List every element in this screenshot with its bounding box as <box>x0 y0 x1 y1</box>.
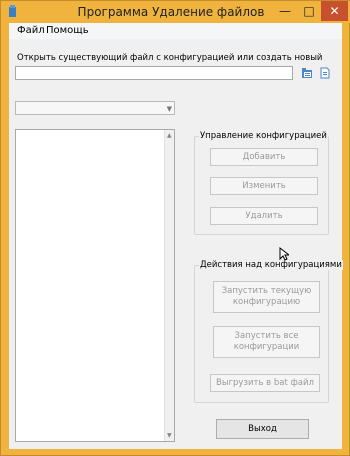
manage-group: Управление конфигурацией Добавить Измени… <box>194 131 329 235</box>
scroll-up-icon[interactable]: ▲ <box>167 132 172 139</box>
mouse-cursor-icon <box>279 247 289 261</box>
config-list[interactable]: ▲ ▼ <box>15 129 175 442</box>
run-all-button[interactable]: Запустить все конфигурации <box>213 326 320 358</box>
client-area: Файл Помощь Открыть существующий файл с … <box>9 23 343 449</box>
new-file-icon[interactable] <box>319 67 331 79</box>
menu-help[interactable]: Помощь <box>46 25 89 36</box>
menu-file[interactable]: Файл <box>17 25 45 36</box>
exit-button[interactable]: Выход <box>216 419 309 439</box>
window-title: Программа Удаление файлов <box>77 5 265 19</box>
edit-button[interactable]: Изменить <box>210 177 318 195</box>
close-button[interactable]: ✕ <box>321 1 348 21</box>
minimize-button[interactable]: — <box>273 1 297 21</box>
app-icon <box>9 5 16 17</box>
delete-button[interactable]: Удалить <box>210 207 318 225</box>
add-button[interactable]: Добавить <box>210 148 318 166</box>
manage-group-title: Управление конфигурацией <box>199 131 328 141</box>
maximize-button[interactable]: □ <box>297 1 321 21</box>
open-folder-icon[interactable] <box>301 67 313 79</box>
actions-group: Действия над конфигурациями Запустить те… <box>194 260 343 403</box>
actions-group-title: Действия над конфигурациями <box>199 260 343 270</box>
list-scrollbar[interactable]: ▲ ▼ <box>164 130 174 441</box>
config-select[interactable]: ▼ <box>15 101 175 115</box>
export-bat-button[interactable]: Выгрузить в bat файл <box>210 374 320 392</box>
app-window: Программа Удаление файлов — □ ✕ Файл Пом… <box>0 0 350 456</box>
menu-bar: Файл Помощь <box>9 23 342 39</box>
title-bar[interactable]: Программа Удаление файлов — □ ✕ <box>1 1 350 23</box>
scroll-down-icon[interactable]: ▼ <box>167 432 172 439</box>
config-file-label: Открыть существующий файл с конфигурацие… <box>17 53 323 63</box>
chevron-down-icon: ▼ <box>166 105 172 113</box>
run-current-button[interactable]: Запустить текущую конфигурацию <box>213 281 320 313</box>
config-file-input[interactable] <box>15 66 293 80</box>
